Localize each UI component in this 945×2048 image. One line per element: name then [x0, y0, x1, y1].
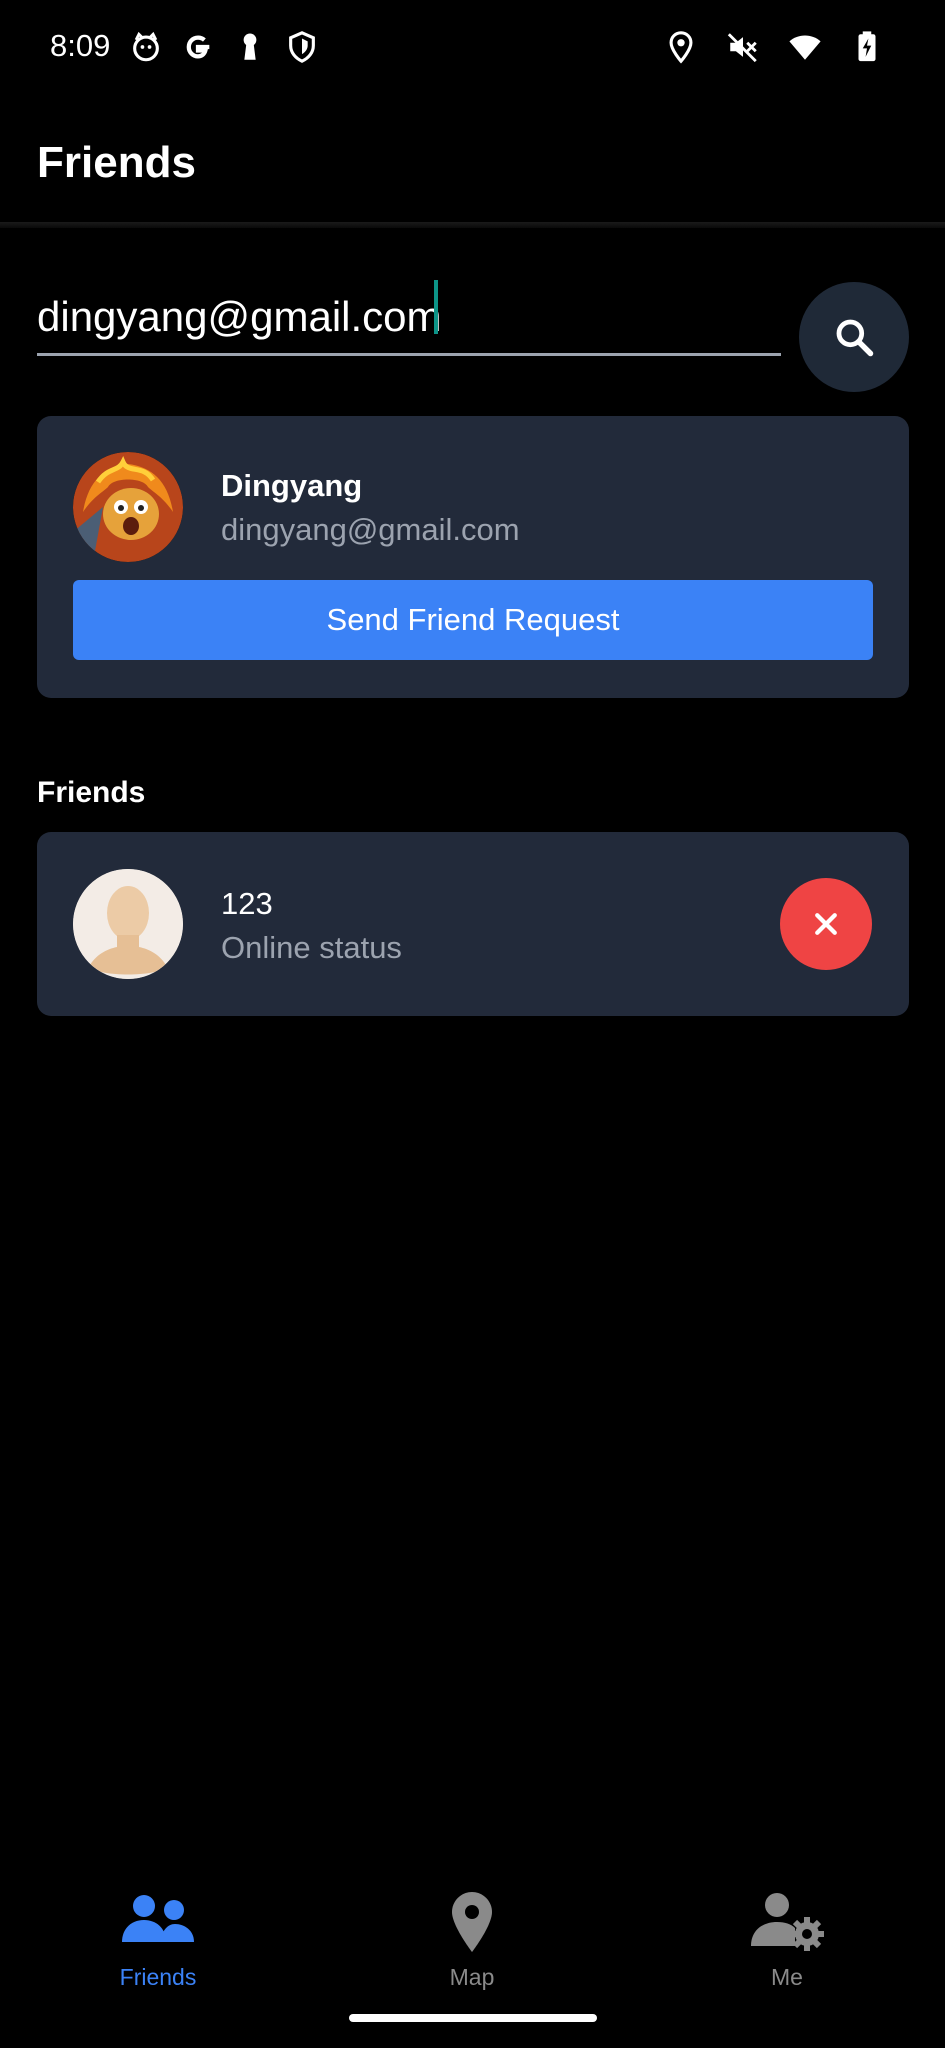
result-name: Dingyang — [221, 468, 363, 503]
nav-label-me: Me — [771, 1964, 803, 1990]
search-icon — [836, 319, 874, 357]
wifi-icon — [787, 28, 823, 66]
nav-item-friends[interactable]: Friends — [58, 1870, 258, 2000]
app-bar: Friends — [0, 96, 945, 226]
nav-label-map: Map — [449, 1964, 495, 1990]
search-button[interactable] — [799, 282, 909, 392]
bottom-navigation: Friends Map Me — [0, 1870, 945, 2010]
search-row — [37, 270, 909, 400]
cat-face-icon — [128, 28, 164, 66]
location-pin-icon — [663, 28, 699, 66]
nav-label-friends: Friends — [119, 1964, 197, 1990]
shield-icon — [284, 28, 320, 66]
keyhole-icon — [232, 28, 268, 66]
friend-list-item: 123 Online status — [37, 832, 909, 1016]
nav-item-me[interactable]: Me — [687, 1870, 887, 2000]
mute-icon — [725, 28, 761, 66]
status-time: 8:09 — [50, 28, 111, 63]
remove-friend-button[interactable] — [780, 878, 872, 970]
friends-icon — [122, 1895, 194, 1942]
search-input[interactable] — [37, 270, 781, 356]
home-indicator[interactable] — [349, 2014, 597, 2022]
avatar — [73, 452, 183, 562]
nav-item-map[interactable]: Map — [372, 1870, 572, 2000]
status-bar: 8:09 — [0, 0, 945, 96]
page-title: Friends — [37, 138, 196, 187]
friend-status: Online status — [221, 930, 402, 965]
friend-name: 123 — [221, 886, 273, 921]
app-bar-divider — [0, 222, 945, 228]
user-settings-icon — [751, 1893, 824, 1951]
result-email: dingyang@gmail.com — [221, 512, 520, 547]
map-pin-icon — [452, 1892, 492, 1952]
battery-charging-icon — [849, 28, 885, 66]
send-friend-request-button[interactable]: Send Friend Request — [73, 580, 873, 660]
status-notification-icons — [128, 28, 320, 66]
status-system-icons — [663, 28, 885, 66]
text-caret — [434, 280, 438, 334]
avatar — [73, 869, 183, 979]
close-icon — [815, 913, 837, 935]
search-result-card: Dingyang dingyang@gmail.com Send Friend … — [37, 416, 909, 698]
google-g-icon — [180, 28, 216, 66]
friends-section-title: Friends — [37, 776, 146, 809]
